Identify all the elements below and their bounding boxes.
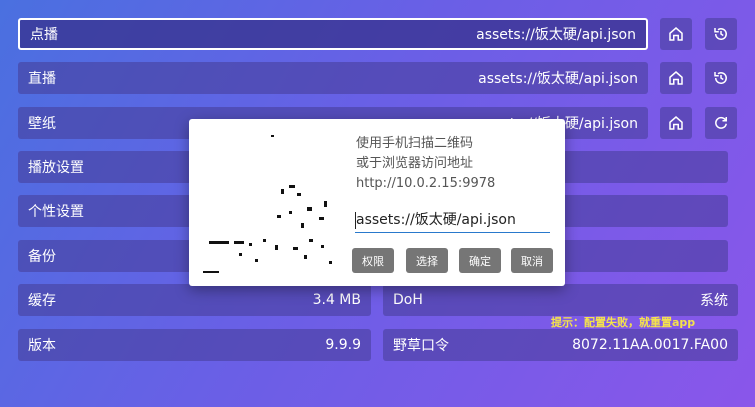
doh-label: DoH	[393, 292, 423, 308]
live-setting-row[interactable]: 直播 assets://饭太硬/api.json	[18, 62, 648, 94]
home-icon	[669, 116, 683, 130]
refresh-icon	[715, 116, 727, 129]
dialog-instructions: 使用手机扫描二维码 或于浏览器访问地址 http://10.0.2.15:997…	[356, 134, 495, 194]
wallpaper-label: 壁纸	[28, 116, 56, 132]
doh-setting-row[interactable]: DoH 系统	[383, 284, 738, 316]
instruction-line-2: 或于浏览器访问地址	[356, 156, 474, 171]
config-url-input[interactable]: assets://饭太硬/api.json	[355, 210, 550, 233]
home-icon	[669, 27, 683, 41]
live-history-button[interactable]	[705, 62, 737, 94]
version-label: 版本	[28, 338, 56, 354]
permission-button[interactable]: 权限	[352, 248, 394, 273]
playback-label: 播放设置	[28, 160, 84, 176]
personal-label: 个性设置	[28, 204, 84, 220]
yecao-setting-row[interactable]: 野草口令 8072.11AA.0017.FA00	[383, 329, 738, 361]
wallpaper-refresh-button[interactable]	[705, 107, 737, 139]
vod-history-button[interactable]	[705, 18, 737, 50]
yecao-label: 野草口令	[393, 338, 449, 354]
vod-setting-row[interactable]: 点播 assets://饭太硬/api.json	[18, 18, 648, 50]
vod-value: assets://饭太硬/api.json	[476, 27, 636, 43]
server-address: http://10.0.2.15:9978	[356, 176, 496, 191]
vod-home-button[interactable]	[660, 18, 692, 50]
live-label: 直播	[28, 71, 56, 87]
cancel-button[interactable]: 取消	[511, 248, 553, 273]
live-value: assets://饭太硬/api.json	[478, 71, 638, 87]
confirm-button[interactable]: 确定	[459, 248, 501, 273]
hint-text: 提示：配置失败，就重置app	[551, 316, 696, 329]
history-icon	[714, 72, 727, 84]
version-value: 9.9.9	[325, 337, 361, 353]
cache-value: 3.4 MB	[312, 292, 361, 308]
backup-label: 备份	[28, 249, 56, 265]
instruction-line-1: 使用手机扫描二维码	[356, 136, 474, 151]
history-icon	[714, 28, 727, 40]
wallpaper-home-button[interactable]	[660, 107, 692, 139]
doh-value: 系统	[700, 293, 728, 309]
vod-label: 点播	[30, 27, 58, 43]
yecao-value: 8072.11AA.0017.FA00	[572, 337, 728, 353]
live-home-button[interactable]	[660, 62, 692, 94]
home-icon	[669, 71, 683, 85]
cache-setting-row[interactable]: 缓存 3.4 MB	[18, 284, 371, 316]
cache-label: 缓存	[28, 293, 56, 309]
choose-button[interactable]: 选择	[406, 248, 448, 273]
version-setting-row[interactable]: 版本 9.9.9	[18, 329, 371, 361]
qr-code: 1	[189, 127, 339, 285]
config-dialog: 1 使用手机扫描二维码 或于浏览器访问地址 http://10.0.2.15:9…	[189, 119, 565, 286]
